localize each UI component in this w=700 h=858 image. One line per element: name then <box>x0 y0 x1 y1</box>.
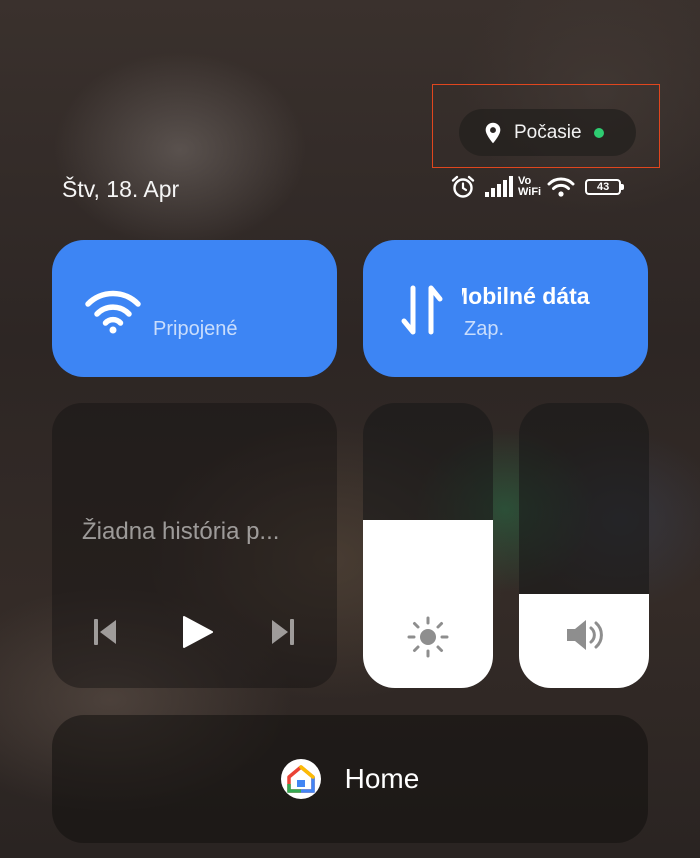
battery-icon: 43 <box>585 179 625 195</box>
media-title: Žiadna história p... <box>82 518 280 545</box>
wifi-status: Pripojené <box>153 318 238 340</box>
alarm-icon <box>451 175 475 198</box>
home-card[interactable]: Home <box>52 715 648 843</box>
battery-level: 43 <box>597 181 610 193</box>
next-icon[interactable] <box>270 617 296 647</box>
status-icons: Vo WiFi 43 <box>450 172 625 202</box>
google-home-icon <box>280 759 321 799</box>
vowifi-bottom: WiFi <box>518 186 542 198</box>
brightness-slider[interactable] <box>363 403 493 688</box>
mobile-data-status: Zap. <box>464 318 505 340</box>
wifi-tile[interactable] <box>52 240 337 377</box>
data-arrows-icon <box>401 285 443 335</box>
signal-icon <box>485 176 513 197</box>
sun-icon <box>407 616 449 658</box>
mobile-data-title-text: Mobilné dáta <box>462 283 590 309</box>
volume-slider[interactable] <box>519 403 649 688</box>
wifi-icon <box>85 290 141 334</box>
brightness-fill <box>363 519 493 688</box>
status-date: Štv, 18. Apr <box>62 176 180 202</box>
mobile-data-title: Mobilné dáta <box>462 283 648 310</box>
speaker-icon <box>567 620 603 650</box>
previous-icon[interactable] <box>92 617 118 647</box>
play-icon[interactable] <box>180 614 214 650</box>
home-label: Home <box>344 763 420 794</box>
vowifi-indicator: Vo WiFi <box>518 176 541 198</box>
wifi-icon <box>547 177 575 197</box>
highlight-box <box>432 84 660 168</box>
